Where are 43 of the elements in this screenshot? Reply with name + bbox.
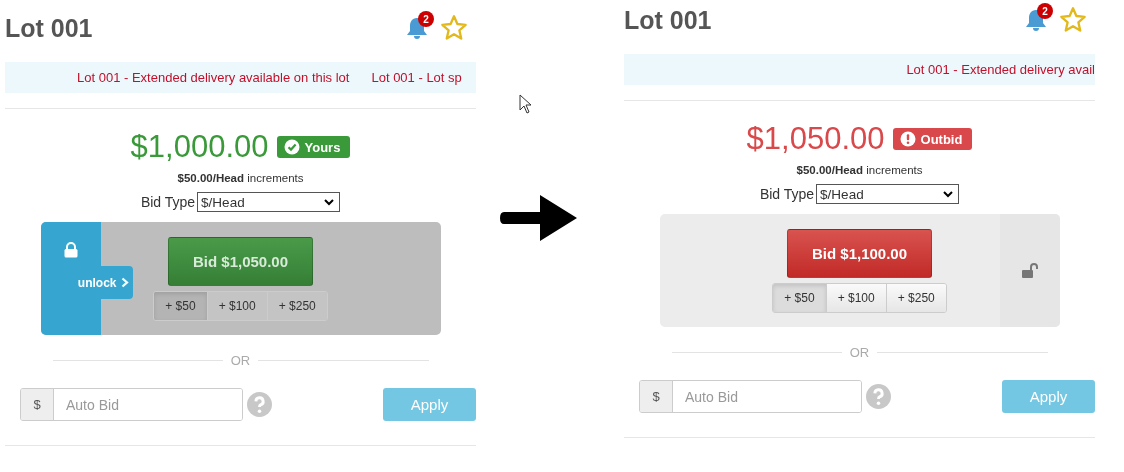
increment-button[interactable]: + $50 <box>773 284 826 312</box>
chevron-icon <box>324 198 335 206</box>
notification-badge: 2 <box>418 11 434 27</box>
check-icon <box>283 139 300 155</box>
lot-title: Lot 001 <box>5 13 93 43</box>
unlocked-padlock-icon[interactable] <box>1021 262 1038 279</box>
arrow-icon <box>500 193 578 243</box>
increment-note: $50.00/Head increments <box>796 164 923 176</box>
or-label: OR <box>849 345 870 360</box>
auto-bid-field[interactable]: $ Auto Bid <box>639 380 862 413</box>
increment-button[interactable]: + $50 <box>154 292 207 320</box>
currency-addon: $ <box>21 389 54 420</box>
pointer-icon <box>519 94 533 114</box>
star-icon[interactable] <box>440 14 468 42</box>
help-icon[interactable] <box>866 384 891 409</box>
price: $1,000.00 <box>130 129 269 165</box>
bid-type-label: Bid Type <box>140 194 196 210</box>
ticker-message: Lot 001 - Lot sp <box>371 70 462 85</box>
lock-icon <box>63 242 78 258</box>
star-icon[interactable] <box>1059 6 1087 34</box>
increment-button[interactable]: + $250 <box>885 284 946 312</box>
currency-addon: $ <box>640 381 673 412</box>
bid-type-select[interactable]: $/Head <box>197 192 341 212</box>
status-badge: Outbid <box>892 128 973 150</box>
bid-type-label: Bid Type <box>759 186 815 202</box>
price: $1,050.00 <box>746 121 885 157</box>
increment-button[interactable]: + $250 <box>266 292 327 320</box>
ticker-message: Lot 001 - Extended delivery avail <box>906 62 1095 77</box>
chevron-right-icon <box>120 277 129 288</box>
ticker-message: Lot 001 - Extended delivery available on this lot <box>77 70 350 85</box>
bid-type-select[interactable]: $/Head <box>816 184 960 204</box>
lot-title: Lot 001 <box>624 5 712 35</box>
notification-badge: 2 <box>1037 3 1053 19</box>
increment-button[interactable]: + $100 <box>206 292 267 320</box>
exclamation-icon <box>899 131 916 147</box>
auto-bid-field[interactable]: $ Auto Bid <box>20 388 243 421</box>
increment-note: $50.00/Head increments <box>177 172 304 184</box>
bid-button[interactable]: Bid $1,100.00 <box>787 229 932 278</box>
help-icon[interactable] <box>247 392 272 417</box>
status-badge: Yours <box>276 136 351 158</box>
or-label: OR <box>230 353 251 368</box>
chevron-icon <box>943 190 954 198</box>
increment-button[interactable]: + $100 <box>825 284 886 312</box>
